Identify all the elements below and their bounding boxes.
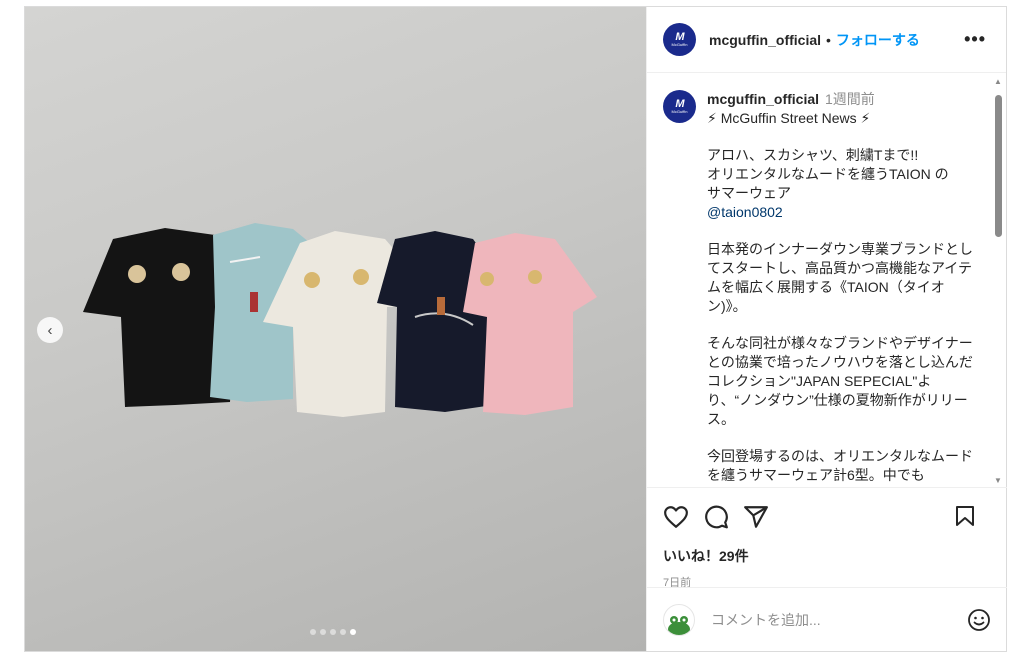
bookmark-icon[interactable] xyxy=(953,504,977,528)
post-media[interactable]: ‹ xyxy=(25,7,646,651)
mention-link[interactable]: @taion0802 xyxy=(707,203,977,222)
post-header: M McGuffin mcguffin_official • フォローする ••… xyxy=(647,7,1006,73)
carousel-dot[interactable] xyxy=(340,629,346,635)
current-user-avatar xyxy=(663,603,695,636)
comment-icon[interactable] xyxy=(703,504,729,530)
carousel-dot[interactable] xyxy=(330,629,336,635)
caption-time[interactable]: 1週間前 xyxy=(825,91,875,107)
smiley-icon[interactable] xyxy=(967,608,991,632)
caption-avatar[interactable]: M McGuffin xyxy=(663,90,696,123)
caption-paragraph-2: 日本発のインナーダウン専業ブランドとしてスタートし、高品質かつ高機能なアイテムを… xyxy=(707,241,973,314)
comment-input[interactable]: コメントを追加... xyxy=(711,610,821,630)
caption-paragraph-3: そんな同社が様々なブランドやデザイナーとの協業で培ったノウハウを落とし込んだコレ… xyxy=(707,335,973,427)
carousel-dots xyxy=(310,629,356,635)
caption-line: アロハ、スカシャツ、刺繍Tまで!! xyxy=(707,147,919,163)
carousel-dot[interactable] xyxy=(320,629,326,635)
avatar-logo-mark: M xyxy=(675,31,684,43)
caption-area[interactable]: M McGuffin mcguffin_official 1週間前 ⚡ McGuf… xyxy=(647,74,992,484)
caption-paragraph-4: 今回登場するのは、オリエンタルなムードを纏うサマーウェア計6型。中でも xyxy=(707,448,973,483)
chevron-left-icon: ‹ xyxy=(47,321,53,339)
post-modal: ‹ M McGuffin mcguffin_official • フォローする … xyxy=(24,6,1007,652)
follow-button[interactable]: フォローする xyxy=(836,30,920,50)
avatar-logo-mark: M xyxy=(675,98,684,110)
caption-line: オリエンタルなムードを纏うTAION の xyxy=(707,166,949,182)
avatar[interactable]: M McGuffin xyxy=(663,23,696,56)
caption-username[interactable]: mcguffin_official xyxy=(707,91,819,107)
caption-headline: ⚡ McGuffin Street News ⚡ xyxy=(707,110,871,126)
comment-bar: コメントを追加... xyxy=(647,587,1007,651)
share-icon[interactable] xyxy=(743,504,769,530)
avatar-logo-text: McGuffin xyxy=(671,109,688,114)
username-link[interactable]: mcguffin_official xyxy=(709,32,821,48)
post-actions: いいね！29件 7日前 xyxy=(647,487,1007,590)
caption-text: mcguffin_official 1週間前 ⚡ McGuffin Street … xyxy=(707,90,977,484)
shirts-photo xyxy=(83,223,597,417)
heart-icon[interactable] xyxy=(663,504,689,530)
carousel-dot[interactable] xyxy=(310,629,316,635)
carousel-dot-active[interactable] xyxy=(350,629,356,635)
more-options-icon[interactable]: ••• xyxy=(964,29,986,50)
previous-image-button[interactable]: ‹ xyxy=(37,317,63,343)
caption-paragraph-1: アロハ、スカシャツ、刺繍Tまで!! オリエンタルなムードを纏うTAION の サ… xyxy=(707,146,977,222)
caption-scrollbar[interactable]: ▲ ▼ xyxy=(992,77,1004,485)
scrollbar-thumb[interactable] xyxy=(995,95,1002,237)
caption-line: サマーウェア xyxy=(707,185,791,201)
post-side-panel: M McGuffin mcguffin_official • フォローする ••… xyxy=(646,7,1007,651)
scroll-down-icon[interactable]: ▼ xyxy=(992,476,1004,485)
frog-avatar-icon xyxy=(668,615,690,635)
scroll-up-icon[interactable]: ▲ xyxy=(992,77,1004,86)
like-count[interactable]: いいね！29件 xyxy=(663,546,991,566)
separator-dot: • xyxy=(826,31,831,48)
avatar-logo-text: McGuffin xyxy=(671,42,688,47)
